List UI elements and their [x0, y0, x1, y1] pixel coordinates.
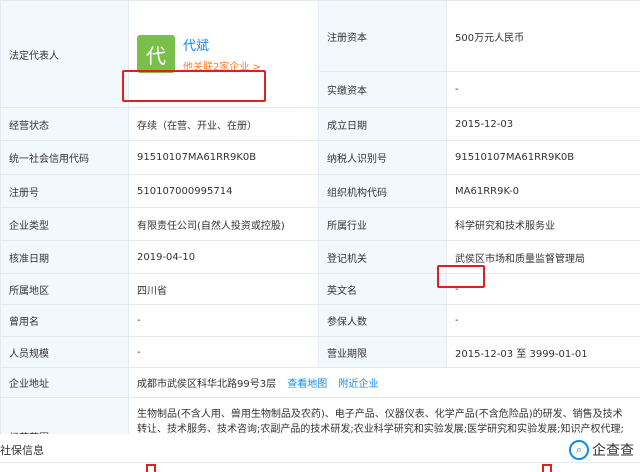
table-row: 企业类型 有限责任公司(自然人投资或控股) 所属行业 科学研究和技术服务业: [0, 207, 640, 241]
credit-code-value: 91510107MA61RR9K0B: [128, 140, 319, 175]
credit-code-label: 统一社会信用代码: [0, 140, 129, 175]
table-row: 注册号 510107000995714 组织机构代码 MA61RR9K-0: [0, 174, 640, 208]
legal-rep-label: 法定代表人: [0, 0, 129, 108]
industry-label: 所属行业: [318, 207, 447, 241]
highlight-box-partial: [146, 464, 156, 472]
status-label: 经营状态: [0, 107, 129, 141]
insured-label: 参保人数: [318, 304, 447, 337]
table-row: 核准日期 2019-04-10 登记机关 武侯区市场和质量监督管理局: [0, 240, 640, 274]
region-label: 所属地区: [0, 273, 129, 305]
insured-highlight-box: [437, 265, 485, 288]
address-cell: 成都市武侯区科华北路99号3层 查看地图 附近企业: [128, 367, 640, 398]
reg-no-value: 510107000995714: [128, 174, 319, 208]
table-row: 企业地址 成都市武侯区科华北路99号3层 查看地图 附近企业: [0, 367, 640, 398]
highlight-box-partial: [542, 464, 552, 472]
paid-capital-label: 实缴资本: [318, 71, 447, 108]
status-highlight-box: [122, 70, 266, 102]
table-row: 统一社会信用代码 91510107MA61RR9K0B 纳税人识别号 91510…: [0, 140, 640, 175]
region-value: 四川省: [128, 273, 319, 305]
brand-name: 企查查: [592, 443, 634, 459]
business-term-label: 营业期限: [318, 336, 447, 368]
company-type-value: 有限责任公司(自然人投资或控股): [128, 207, 319, 241]
founded-label: 成立日期: [318, 107, 447, 141]
staff-size-value: -: [128, 336, 319, 368]
legal-rep-avatar[interactable]: 代: [137, 35, 175, 73]
org-code-label: 组织机构代码: [318, 174, 447, 208]
divider: [0, 462, 640, 463]
table-row: 法定代表人 代 代斌 他关联2家企业 > 注册资本 500万元人民币: [0, 0, 640, 108]
table-row: 所属地区 四川省 英文名 -: [0, 273, 640, 305]
approval-date-label: 核准日期: [0, 240, 129, 274]
authority-label: 登记机关: [318, 240, 447, 274]
company-type-label: 企业类型: [0, 207, 129, 241]
reg-capital-value: 500万元人民币: [446, 0, 640, 72]
view-map-link[interactable]: 查看地图: [287, 379, 327, 390]
table-row: 经营状态 存续（在营、开业、在册） 成立日期 2015-12-03: [0, 107, 640, 141]
table-row: 人员规模 - 营业期限 2015-12-03 至 3999-01-01: [0, 336, 640, 368]
table-row: 曾用名 - 参保人数 -: [0, 304, 640, 337]
address-value: 成都市武侯区科华北路99号3层: [137, 379, 277, 390]
reg-no-label: 注册号: [0, 174, 129, 208]
company-info-table: 法定代表人 代 代斌 他关联2家企业 > 注册资本 500万元人民币 实缴资本 …: [0, 0, 640, 472]
english-name-label: 英文名: [318, 273, 447, 305]
search-logo-icon: ⌕: [569, 440, 589, 460]
legal-rep-name-link[interactable]: 代斌: [183, 35, 261, 54]
insured-value: -: [446, 304, 640, 337]
reg-capital-label: 注册资本: [318, 0, 447, 72]
former-name-label: 曾用名: [0, 304, 129, 337]
address-label: 企业地址: [0, 367, 129, 398]
org-code-value: MA61RR9K-0: [446, 174, 640, 208]
nearby-companies-link[interactable]: 附近企业: [338, 379, 378, 390]
brand-watermark: ⌕ 企查查: [569, 440, 634, 460]
taxpayer-id-value: 91510107MA61RR9K0B: [446, 140, 640, 175]
taxpayer-id-label: 纳税人识别号: [318, 140, 447, 175]
paid-capital-value: -: [446, 71, 640, 108]
founded-value: 2015-12-03: [446, 107, 640, 141]
former-name-value: -: [128, 304, 319, 337]
social-insurance-section-title: 社保信息: [0, 444, 44, 457]
industry-value: 科学研究和技术服务业: [446, 207, 640, 241]
approval-date-value: 2019-04-10: [128, 240, 319, 274]
status-value: 存续（在营、开业、在册）: [128, 107, 319, 141]
business-term-value: 2015-12-03 至 3999-01-01: [446, 336, 640, 368]
staff-size-label: 人员规模: [0, 336, 129, 368]
